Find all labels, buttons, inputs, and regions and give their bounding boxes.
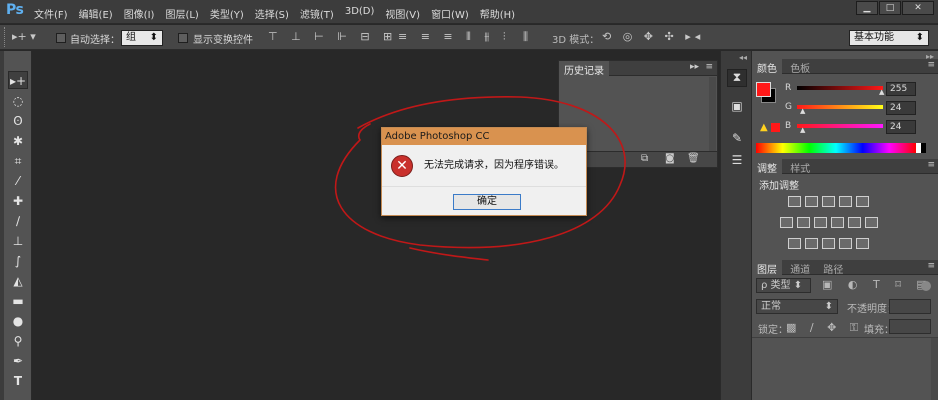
annotation-circle — [334, 96, 626, 261]
photoshop-window: Ps 文件(F) 编辑(E) 图像(I) 图层(L) 类型(Y) 选择(S) 滤… — [0, 0, 938, 400]
